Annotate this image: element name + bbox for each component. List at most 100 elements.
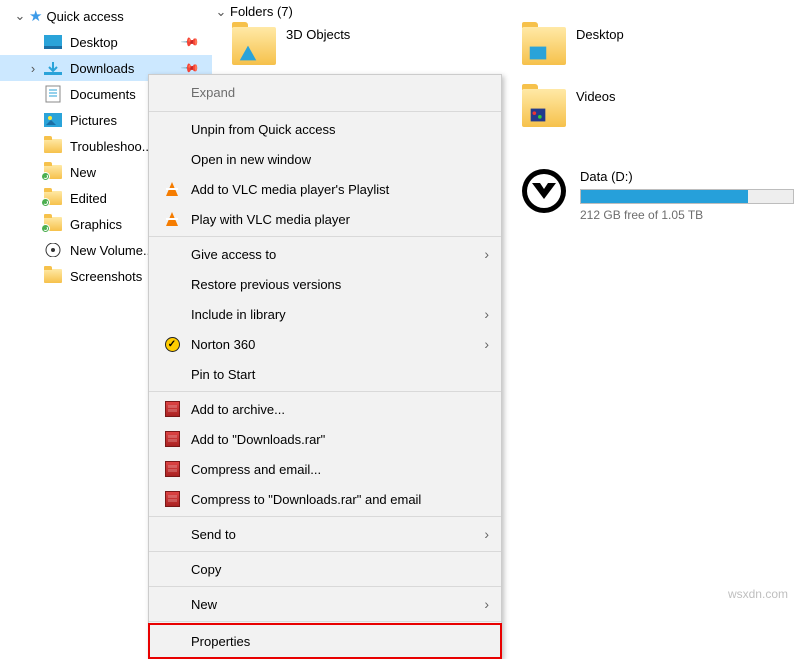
blank-icon — [163, 365, 181, 383]
folder-tile[interactable]: Desktop — [522, 27, 782, 65]
sidebar-item-label: Troubleshoo... — [70, 139, 153, 154]
context-menu-label: Copy — [191, 562, 221, 577]
sidebar-item-label: Pictures — [70, 113, 117, 128]
separator — [149, 391, 501, 392]
sidebar-item-label: Downloads — [70, 61, 134, 76]
context-menu-label: Open in new window — [191, 152, 311, 167]
context-menu-item[interactable]: Play with VLC media player — [149, 204, 501, 234]
quick-access-root[interactable]: ⌄ ★ Quick access — [0, 3, 212, 29]
folder-icon — [522, 89, 566, 127]
rar-icon — [163, 400, 181, 418]
drive-icon — [522, 169, 566, 213]
folder-tile[interactable]: Videos — [522, 89, 782, 127]
chevron-right-icon: › — [484, 526, 489, 542]
blank-icon — [163, 83, 181, 101]
folder-sync-icon — [44, 163, 62, 181]
folder-icon — [44, 267, 62, 285]
blank-icon — [163, 275, 181, 293]
folder-icon — [44, 137, 62, 155]
blank-icon — [163, 305, 181, 323]
context-menu-item[interactable]: Add to archive... — [149, 394, 501, 424]
separator — [149, 586, 501, 587]
context-menu-item[interactable]: Unpin from Quick access — [149, 114, 501, 144]
blank-icon — [163, 560, 181, 578]
pictures-icon — [44, 111, 62, 129]
chevron-down-icon: ⌄ — [216, 7, 226, 17]
pin-icon: 📌 — [180, 32, 200, 52]
context-menu-label: Add to "Downloads.rar" — [191, 432, 325, 447]
drive-tile[interactable]: Data (D:) 212 GB free of 1.05 TB — [522, 169, 794, 222]
documents-icon — [44, 85, 62, 103]
context-menu-label: Compress to "Downloads.rar" and email — [191, 492, 421, 507]
context-menu-item[interactable]: Copy — [149, 554, 501, 584]
folders-group-header[interactable]: ⌄ Folders (7) — [212, 2, 800, 27]
context-menu-item[interactable]: Include in library › — [149, 299, 501, 329]
context-menu-label: Include in library — [191, 307, 286, 322]
context-menu: Expand Unpin from Quick access Open in new… — [148, 74, 502, 659]
desktop-icon — [44, 33, 62, 51]
watermark: wsxdn.com — [728, 587, 788, 601]
norton-icon: ✓ — [163, 335, 181, 353]
sidebar-item-label: Screenshots — [70, 269, 142, 284]
folder-sync-icon — [44, 189, 62, 207]
sidebar-item-label: Desktop — [70, 35, 118, 50]
rar-icon — [163, 460, 181, 478]
context-menu-label: Restore previous versions — [191, 277, 341, 292]
context-menu-item[interactable]: Restore previous versions — [149, 269, 501, 299]
context-menu-item[interactable]: Add to VLC media player's Playlist — [149, 174, 501, 204]
context-menu-label: Unpin from Quick access — [191, 122, 336, 137]
context-menu-label: Compress and email... — [191, 462, 321, 477]
sidebar-item-label: Edited — [70, 191, 107, 206]
context-menu-item[interactable]: ✓ Norton 360 › — [149, 329, 501, 359]
context-menu-label: Norton 360 — [191, 337, 255, 352]
context-menu-item[interactable]: Expand — [149, 75, 501, 109]
drive-label: Data (D:) — [580, 169, 794, 184]
context-menu-item[interactable]: Add to "Downloads.rar" — [149, 424, 501, 454]
context-menu-item[interactable]: Compress and email... — [149, 454, 501, 484]
context-menu-item[interactable]: Properties — [149, 624, 501, 658]
separator — [149, 236, 501, 237]
separator — [149, 111, 501, 112]
chevron-right-icon: › — [484, 336, 489, 352]
context-menu-label: Properties — [191, 634, 250, 649]
vlc-icon — [163, 180, 181, 198]
chevron-right-icon: › — [28, 63, 38, 73]
context-menu-label: Give access to — [191, 247, 276, 262]
context-menu-label: Pin to Start — [191, 367, 255, 382]
context-menu-label: Add to archive... — [191, 402, 285, 417]
blank-icon — [163, 632, 181, 650]
context-menu-label: Play with VLC media player — [191, 212, 350, 227]
rar-icon — [163, 430, 181, 448]
rar-icon — [163, 490, 181, 508]
folders-header-label: Folders (7) — [230, 4, 293, 19]
folder-label: Videos — [576, 89, 616, 104]
folder-label: 3D Objects — [286, 27, 350, 42]
sidebar-item-label: New — [70, 165, 96, 180]
context-menu-label: Add to VLC media player's Playlist — [191, 182, 389, 197]
drive-usage-bar — [580, 189, 794, 204]
folder-sync-icon — [44, 215, 62, 233]
volume-icon — [44, 241, 62, 259]
chevron-right-icon: › — [484, 246, 489, 262]
folder-icon — [232, 27, 276, 65]
separator — [149, 551, 501, 552]
chevron-down-icon: ⌄ — [15, 11, 25, 21]
context-menu-item[interactable]: Pin to Start — [149, 359, 501, 389]
vlc-icon — [163, 210, 181, 228]
sidebar-item[interactable]: Desktop 📌 — [0, 29, 212, 55]
sidebar-item-label: New Volume... — [70, 243, 154, 258]
context-menu-item[interactable]: Open in new window — [149, 144, 501, 174]
folder-label: Desktop — [576, 27, 624, 42]
chevron-right-icon: › — [484, 596, 489, 612]
context-menu-item[interactable]: Compress to "Downloads.rar" and email — [149, 484, 501, 514]
context-menu-item[interactable]: New› — [149, 589, 501, 619]
blank-icon — [163, 595, 181, 613]
downloads-icon — [44, 59, 62, 77]
context-menu-item[interactable]: Send to› — [149, 519, 501, 549]
blank-icon — [163, 150, 181, 168]
context-menu-item[interactable]: Give access to › — [149, 239, 501, 269]
quick-access-label: Quick access — [46, 9, 123, 24]
folder-icon — [522, 27, 566, 65]
drive-free-text: 212 GB free of 1.05 TB — [580, 208, 794, 222]
chevron-right-icon: › — [484, 306, 489, 322]
